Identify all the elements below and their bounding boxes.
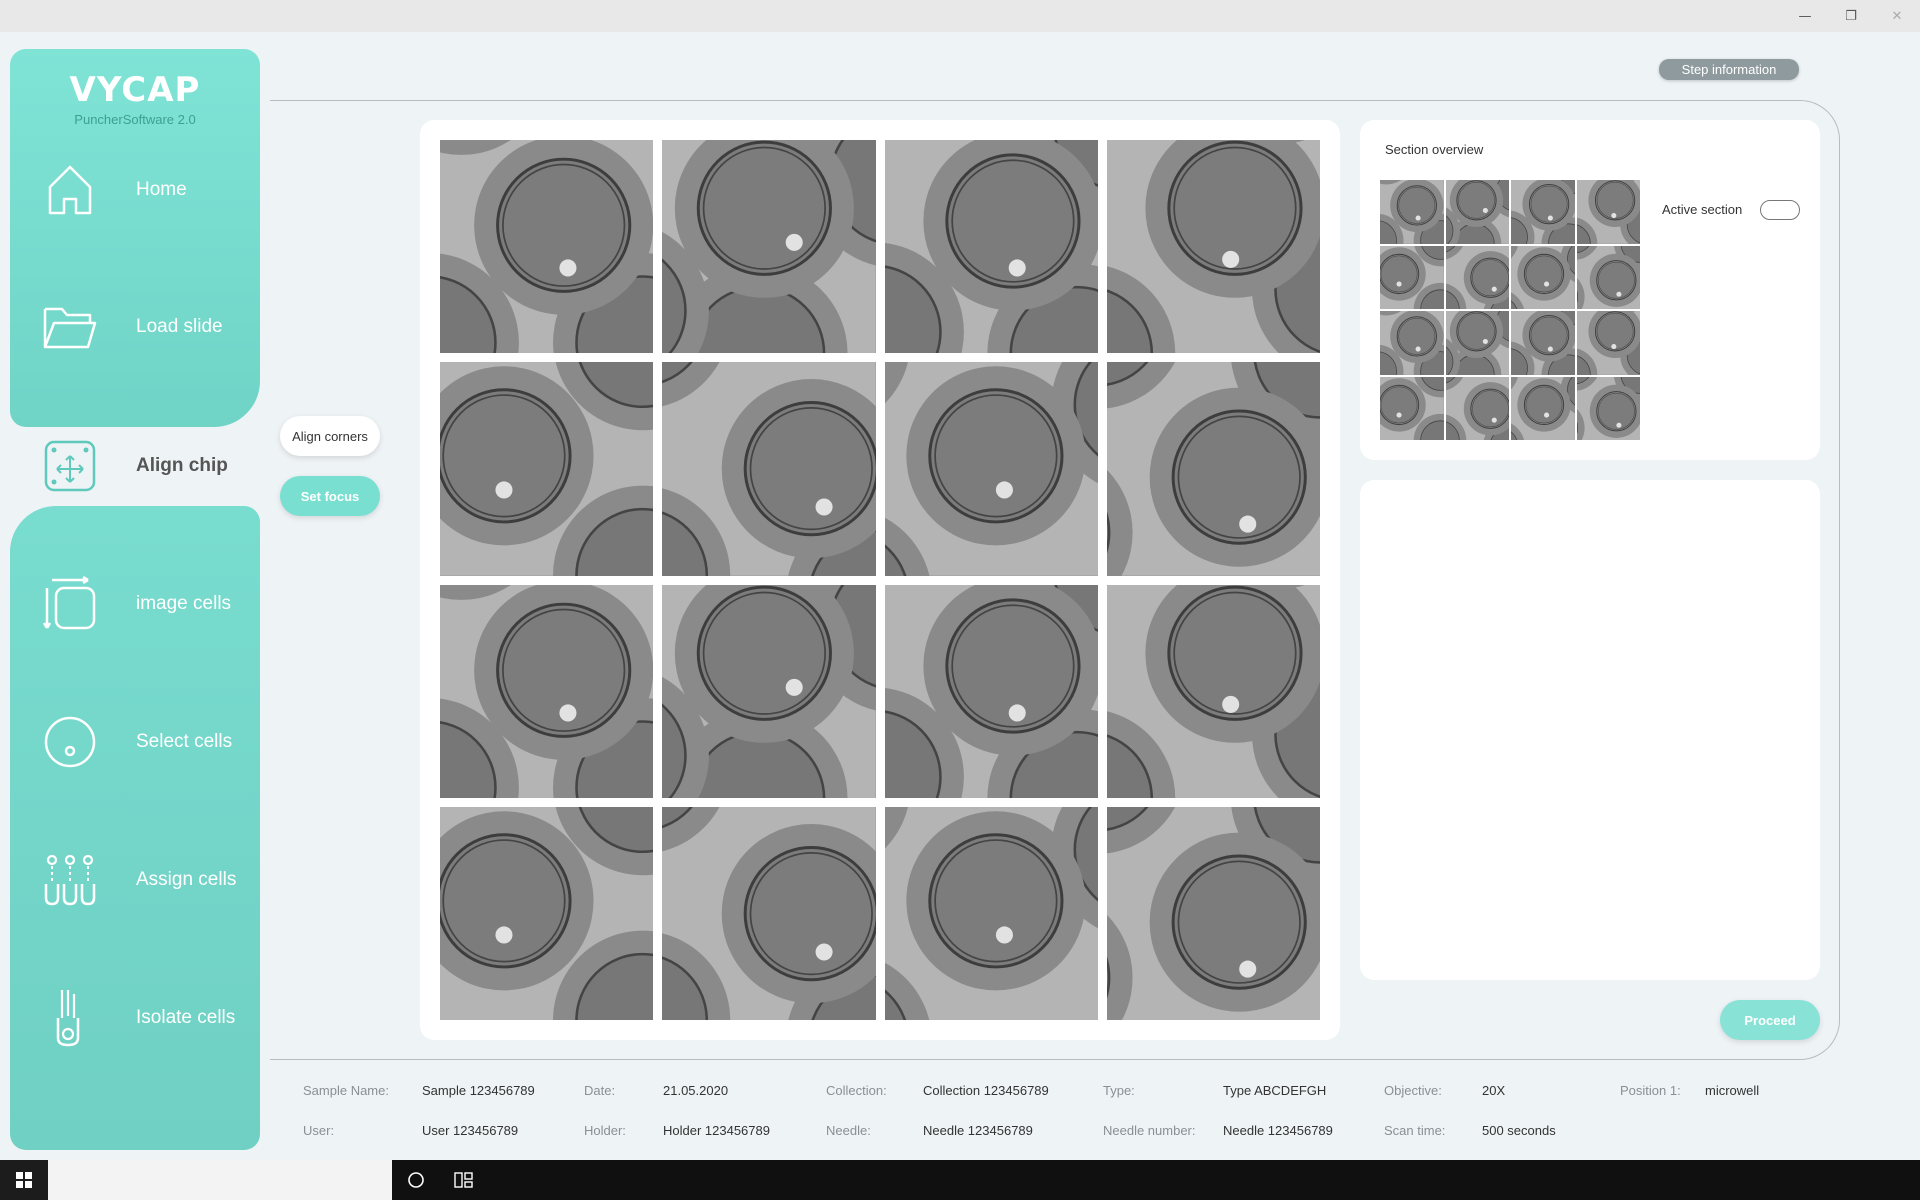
microwell-image-tile[interactable] xyxy=(440,362,654,576)
scan-time-value: 500 seconds xyxy=(1482,1123,1556,1138)
date-key: Date: xyxy=(584,1083,616,1098)
logo-subtitle: PuncherSoftware 2.0 xyxy=(74,112,196,127)
step-information-button[interactable]: Step information xyxy=(1659,59,1799,80)
microwell-image-tile[interactable] xyxy=(884,806,1098,1020)
collection-key: Collection: xyxy=(826,1083,887,1098)
needle-number-value: Needle 123456789 xyxy=(1223,1123,1333,1138)
section-overview-tile[interactable] xyxy=(1576,311,1640,375)
microwell-image-tile[interactable] xyxy=(884,140,1098,354)
logo-title: VYCAP xyxy=(69,70,201,110)
section-overview-grid xyxy=(1380,180,1640,440)
sidebar-item-image-cells[interactable]: image cells xyxy=(20,564,270,644)
detail-panel xyxy=(1360,480,1820,980)
microwell-image-tile[interactable] xyxy=(662,362,876,576)
section-overview-tile[interactable] xyxy=(1445,180,1509,244)
microwell-image-tile[interactable] xyxy=(440,806,654,1020)
sidebar-item-label: Isolate cells xyxy=(136,1007,236,1028)
home-icon xyxy=(40,160,100,220)
sidebar-item-label: Home xyxy=(136,179,187,200)
sidebar-item-home[interactable]: Home xyxy=(20,150,270,230)
sidebar-item-label: image cells xyxy=(136,593,232,614)
needle-number-key: Needle number: xyxy=(1103,1123,1196,1138)
microwell-image-tile[interactable] xyxy=(884,584,1098,798)
microwell-image-tile[interactable] xyxy=(1106,584,1320,798)
section-overview-tile[interactable] xyxy=(1380,311,1444,375)
minimize-icon[interactable]: — xyxy=(1782,0,1828,32)
objective-value: 20X xyxy=(1482,1083,1506,1098)
scan-time-key: Scan time: xyxy=(1384,1123,1446,1138)
microwell-image-tile[interactable] xyxy=(884,362,1098,576)
holder-key: Holder: xyxy=(584,1123,626,1138)
position-value: microwell xyxy=(1705,1083,1760,1098)
sample-name-value: Sample 123456789 xyxy=(422,1083,535,1098)
needle-value: Needle 123456789 xyxy=(923,1123,1033,1138)
close-icon[interactable]: ✕ xyxy=(1874,0,1920,32)
restore-icon[interactable]: ❐ xyxy=(1828,0,1874,32)
microwell-image-tile[interactable] xyxy=(662,806,876,1020)
folder-icon xyxy=(40,297,100,357)
active-section-toggle[interactable] xyxy=(1760,200,1800,220)
type-value: Type ABCDEFGH xyxy=(1223,1083,1327,1098)
type-key: Type: xyxy=(1103,1083,1135,1098)
needle-key: Needle: xyxy=(826,1123,871,1138)
sidebar-item-isolate-cells[interactable]: Isolate cells xyxy=(20,978,270,1058)
sidebar-item-align-chip[interactable]: Align chip xyxy=(20,426,270,506)
sidebar-item-label: Load slide xyxy=(136,316,223,337)
window-title-bar: — ❐ ✕ xyxy=(0,0,1920,32)
section-overview-tile[interactable] xyxy=(1380,376,1444,440)
sidebar-item-assign-cells[interactable]: Assign cells xyxy=(20,840,270,920)
user-key: User: xyxy=(303,1123,335,1138)
assign-cells-icon xyxy=(40,850,100,910)
section-overview-tile[interactable] xyxy=(1576,376,1640,440)
taskbar xyxy=(0,1160,1920,1200)
section-overview-tile[interactable] xyxy=(1576,180,1640,244)
microwell-image-tile[interactable] xyxy=(440,584,654,798)
section-overview-title: Section overview xyxy=(1385,142,1484,157)
section-overview-tile[interactable] xyxy=(1511,180,1575,244)
taskbar-search-input[interactable] xyxy=(48,1160,392,1200)
section-overview-tile[interactable] xyxy=(1380,180,1444,244)
date-value: 21.05.2020 xyxy=(663,1083,729,1098)
objective-key: Objective: xyxy=(1384,1083,1442,1098)
sidebar-item-select-cells[interactable]: Select cells xyxy=(20,702,270,782)
microwell-image-tile[interactable] xyxy=(440,140,654,354)
select-cells-icon xyxy=(40,712,100,772)
position-key: Position 1: xyxy=(1620,1083,1681,1098)
microwell-image-tile[interactable] xyxy=(662,584,876,798)
section-overview-tile[interactable] xyxy=(1511,376,1575,440)
image-grid xyxy=(440,140,1320,1020)
section-overview-tile[interactable] xyxy=(1511,245,1575,309)
microwell-image-tile[interactable] xyxy=(1106,362,1320,576)
collection-value: Collection 123456789 xyxy=(923,1083,1049,1098)
microwell-image-tile[interactable] xyxy=(662,140,876,354)
align-chip-icon xyxy=(40,436,100,496)
cortana-icon[interactable] xyxy=(392,1160,440,1200)
section-overview-tile[interactable] xyxy=(1380,245,1444,309)
sidebar-item-load-slide[interactable]: Load slide xyxy=(20,287,270,367)
sidebar-item-label: Align chip xyxy=(136,455,228,476)
sidebar-item-label: Assign cells xyxy=(136,869,237,890)
isolate-cells-icon xyxy=(40,988,100,1048)
image-cells-icon xyxy=(40,574,100,634)
section-overview-panel: Section overview Active section xyxy=(1360,120,1820,460)
image-grid-panel xyxy=(420,120,1340,1040)
sample-name-key: Sample Name: xyxy=(303,1083,389,1098)
section-overview-tile[interactable] xyxy=(1445,376,1509,440)
windows-start-icon[interactable] xyxy=(0,1160,48,1200)
sidebar-item-label: Select cells xyxy=(136,731,233,752)
app-logo: VYCAP PuncherSoftware 2.0 xyxy=(10,70,260,127)
user-value: User 123456789 xyxy=(422,1123,519,1138)
microwell-image-tile[interactable] xyxy=(1106,806,1320,1020)
holder-value: Holder 123456789 xyxy=(663,1123,770,1138)
section-overview-tile[interactable] xyxy=(1576,245,1640,309)
section-overview-tile[interactable] xyxy=(1445,311,1509,375)
section-overview-tile[interactable] xyxy=(1511,311,1575,375)
proceed-button[interactable]: Proceed xyxy=(1720,1000,1820,1040)
section-overview-tile[interactable] xyxy=(1445,245,1509,309)
task-view-icon[interactable] xyxy=(440,1160,488,1200)
microwell-image-tile[interactable] xyxy=(1106,140,1320,354)
active-section-label: Active section xyxy=(1662,202,1743,217)
